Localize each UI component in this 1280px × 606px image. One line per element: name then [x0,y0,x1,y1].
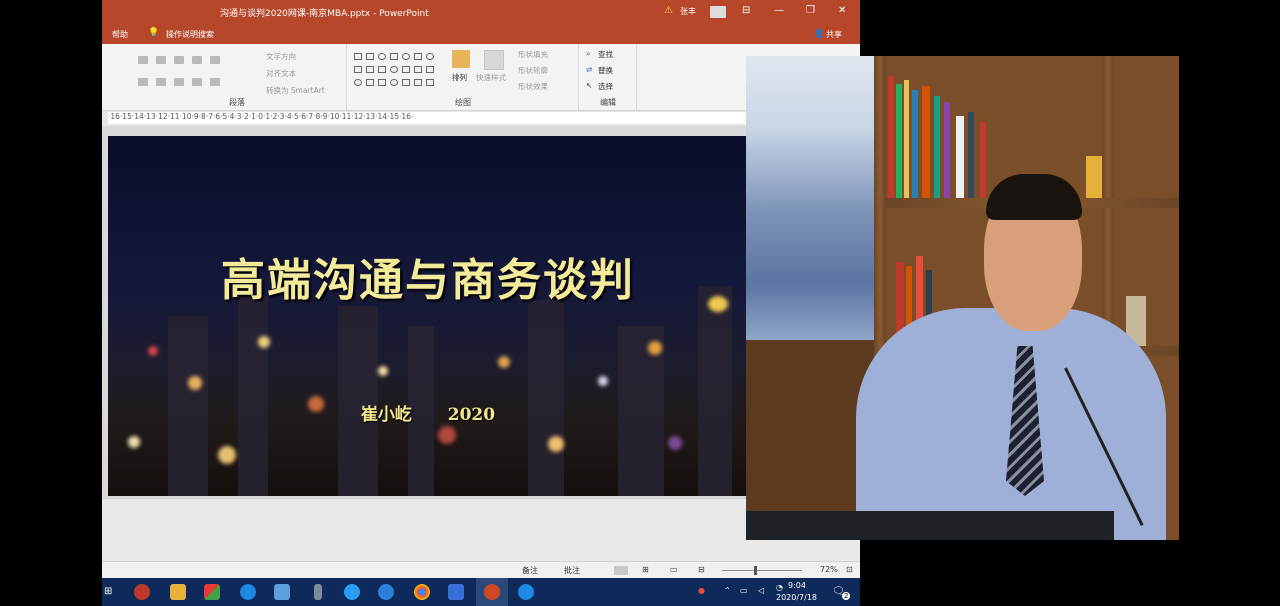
desk [746,511,1114,540]
windows-taskbar: ⊞ ● ⌃ ▭ ◁ ◔ 9:04 2020/7/18 🗨 2 [102,578,860,606]
paragraph-group-label: 段落 [229,98,245,107]
share-button[interactable]: 共享 [826,29,842,40]
status-bar: 备注 批注 ⊞ ▭ ⊟ 72% ⊡ [102,561,860,578]
app-icon[interactable] [204,584,220,600]
drawing-group: 排列 快速样式 形状填充 形状轮廓 形状效果 绘图 [348,44,579,110]
notification-count: 2 [842,592,851,600]
bullets-icon[interactable] [138,56,148,64]
minimize-icon[interactable]: — [774,5,784,16]
tray-app-icon[interactable]: ● [698,586,705,595]
slide-author: 崔小屹 [360,405,412,425]
comments-button[interactable]: 批注 [564,565,580,576]
drawing-group-label: 绘图 [455,98,471,107]
file-explorer-icon[interactable] [170,584,186,600]
menu-help[interactable]: 帮助 [112,29,128,40]
arrange-icon [452,50,470,68]
quick-styles-button[interactable]: 快速样式 [476,72,506,83]
shape-outline-button[interactable]: 形状轮廓 [518,65,548,76]
slide-title: 高端沟通与商务谈判 [221,255,635,306]
justify-icon[interactable] [192,78,202,86]
find-icon: ⌕ [586,49,591,58]
slide-canvas[interactable]: 高端沟通与商务谈判 崔小屹 2020 [108,136,748,496]
select-button[interactable]: 选择 [598,81,613,92]
close-icon[interactable]: ✕ [838,5,846,16]
restore-icon[interactable]: ❐ [806,5,815,16]
shape-fill-button[interactable]: 形状填充 [518,49,548,60]
presenter-webcam [746,56,1179,540]
volume-icon[interactable]: ◁ [758,586,764,595]
mail-icon[interactable] [274,584,290,600]
title-bar: 沟通与谈判2020网课-南京MBA.pptx - PowerPoint ⚠ 张丰… [102,0,860,24]
shape-effects-button[interactable]: 形状效果 [518,81,548,92]
slideshow-icon[interactable]: ⊟ [698,565,705,574]
ime-indicator[interactable]: ◔ [776,583,783,592]
align-text-button[interactable]: 对齐文本 [266,68,296,79]
zoom-slider-thumb[interactable] [754,566,757,575]
convert-smartart-button[interactable]: 转换为 SmartArt [266,85,325,96]
meeting-app-icon[interactable] [518,584,534,600]
edge-icon[interactable] [240,584,256,600]
align-right-icon[interactable] [174,78,184,86]
quick-styles-icon [484,50,504,70]
powerpoint-icon[interactable] [484,584,500,600]
editing-group-label: 编辑 [600,98,616,107]
ribbon-display-icon[interactable]: ⊟ [742,5,750,16]
find-button[interactable]: 查找 [598,49,613,60]
arrange-button[interactable]: 排列 [452,72,467,83]
paragraph-group: 文字方向 对齐文本 转换为 SmartArt 段落 [128,44,347,110]
reading-view-icon[interactable]: ▭ [670,565,678,574]
warning-icon: ⚠ [664,5,673,16]
clock-date[interactable]: 2020/7/18 [776,593,817,602]
horizontal-ruler[interactable]: ·16·15·14·13·12·11·10·9·8·7·6·5·4·3·2·1·… [108,112,848,124]
menu-bar: 帮助 💡 操作说明搜索 👤 共享 [102,24,860,44]
ie-icon[interactable] [378,584,394,600]
app-three-icon[interactable] [448,584,464,600]
microphone-icon[interactable] [314,584,322,600]
numbering-icon[interactable] [156,56,166,64]
slide-year: 2020 [447,405,496,425]
chrome-icon[interactable] [414,584,430,600]
battery-icon[interactable]: ▭ [740,586,748,595]
align-center-icon[interactable] [156,78,166,86]
line-spacing-icon[interactable] [210,56,220,64]
text-direction-button[interactable]: 文字方向 [266,51,296,62]
user-name[interactable]: 张丰 [680,6,696,17]
zoom-level[interactable]: 72% [820,565,838,574]
tell-me-search[interactable]: 操作说明搜索 [166,29,214,40]
window-title: 沟通与谈判2020网课-南京MBA.pptx - PowerPoint [220,9,429,19]
increase-indent-icon[interactable] [192,56,202,64]
tray-chevron-icon[interactable]: ⌃ [724,586,731,595]
replace-button[interactable]: 替换 [598,65,613,76]
snow-painting [746,56,876,340]
decrease-indent-icon[interactable] [174,56,184,64]
select-icon: ↖ [586,81,593,90]
zoom-slider[interactable] [722,570,802,571]
clock-time[interactable]: 9:04 [788,581,806,590]
app-two-icon[interactable] [344,584,360,600]
slide-sorter-icon[interactable]: ⊞ [642,565,649,574]
notes-button[interactable]: 备注 [522,565,538,576]
fit-to-window-icon[interactable]: ⊡ [846,565,853,574]
task-view-icon[interactable]: ⊞ [104,586,112,597]
align-left-icon[interactable] [138,78,148,86]
replace-icon: ⇄ [586,65,593,74]
account-avatar[interactable] [710,6,726,18]
slide-subtitle: 崔小屹 2020 [108,400,748,425]
lightbulb-icon: 💡 [148,28,160,38]
person-icon: 👤 [814,29,824,38]
normal-view-icon[interactable] [614,566,628,575]
editing-group: ⌕ 查找 ⇄ 替换 ↖ 选择 编辑 [580,44,637,110]
media-player-icon[interactable] [134,584,150,600]
columns-icon[interactable] [210,78,220,86]
